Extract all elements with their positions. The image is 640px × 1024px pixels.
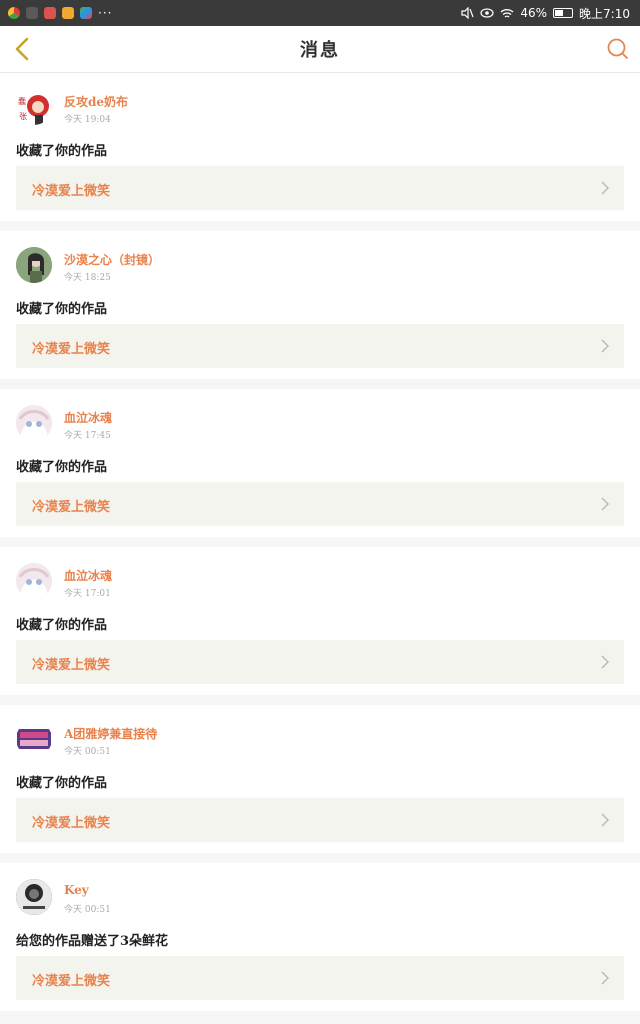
- chevron-right-icon: [601, 813, 610, 827]
- battery-icon: [553, 8, 574, 18]
- clock: 晚上7:10: [579, 6, 630, 21]
- work-title: 冷漠爱上微笑: [32, 816, 111, 831]
- user-name[interactable]: 血泣冰魂: [64, 567, 112, 584]
- person-app-icon: [26, 7, 38, 19]
- header-bar: 消息: [0, 26, 640, 73]
- message-text: 收藏了你的作品: [16, 776, 108, 791]
- home-app-icon: [44, 7, 56, 19]
- avatar[interactable]: [16, 563, 52, 599]
- colorful-app-icon: [80, 7, 92, 19]
- chevron-left-icon: [15, 37, 29, 61]
- message-text: 收藏了你的作品: [16, 302, 108, 317]
- eye-icon: [480, 8, 494, 18]
- browser-app-icon: [8, 7, 20, 19]
- game-app-icon: [62, 7, 74, 19]
- message-text: 收藏了你的作品: [16, 460, 108, 475]
- work-link[interactable]: 冷漠爱上微笑: [16, 956, 624, 1000]
- user-name[interactable]: Key: [64, 883, 89, 897]
- message-time: 今天 18:25: [64, 273, 111, 283]
- svg-text:蠢: 蠢: [18, 96, 26, 106]
- message-card: 血泣冰魂 今天 17:45 收藏了你的作品 冷漠爱上微笑: [0, 389, 640, 537]
- message-text: 给您的作品赠送了3朵鲜花: [16, 934, 169, 949]
- chevron-right-icon: [601, 655, 610, 669]
- status-bar-system: 46% 晚上7:10: [461, 5, 630, 22]
- chevron-right-icon: [601, 971, 610, 985]
- message-card: 蠢张 反攻de奶布 今天 19:04 收藏了你的作品 冷漠爱上微笑: [0, 73, 640, 221]
- status-bar: ··· 46% 晚上7:10: [0, 0, 640, 26]
- search-icon[interactable]: [606, 37, 630, 61]
- avatar[interactable]: [16, 721, 52, 757]
- avatar[interactable]: [16, 247, 52, 283]
- back-button[interactable]: [10, 36, 34, 62]
- mute-icon: [461, 7, 474, 19]
- message-time: 今天 00:51: [64, 747, 111, 757]
- user-name[interactable]: 沙漠之心（封镜）: [64, 251, 160, 268]
- chevron-right-icon: [601, 339, 610, 353]
- more-notifications-icon: ···: [98, 6, 113, 20]
- svg-text:张: 张: [19, 112, 27, 121]
- message-time: 今天 17:45: [64, 431, 111, 441]
- message-list: 蠢张 反攻de奶布 今天 19:04 收藏了你的作品 冷漠爱上微笑 沙漠之心（封…: [0, 73, 640, 1021]
- message-text: 收藏了你的作品: [16, 144, 108, 159]
- work-link[interactable]: 冷漠爱上微笑: [16, 166, 624, 210]
- work-title: 冷漠爱上微笑: [32, 184, 111, 199]
- work-link[interactable]: 冷漠爱上微笑: [16, 324, 624, 368]
- work-link[interactable]: 冷漠爱上微笑: [16, 640, 624, 684]
- work-title: 冷漠爱上微笑: [32, 658, 111, 673]
- page-title: 消息: [300, 40, 340, 61]
- chevron-right-icon: [601, 181, 610, 195]
- status-bar-notifications: ···: [8, 6, 112, 20]
- work-link[interactable]: 冷漠爱上微笑: [16, 798, 624, 842]
- user-name[interactable]: 反攻de奶布: [64, 93, 128, 110]
- message-time: 今天 00:51: [64, 905, 111, 915]
- work-title: 冷漠爱上微笑: [32, 342, 111, 357]
- message-time: 今天 19:04: [64, 115, 111, 125]
- message-card: A团雅婷兼直接待 今天 00:51 收藏了你的作品 冷漠爱上微笑: [0, 705, 640, 853]
- avatar[interactable]: 蠢张: [16, 89, 52, 125]
- chevron-right-icon: [601, 497, 610, 511]
- user-name[interactable]: 血泣冰魂: [64, 409, 112, 426]
- wifi-icon: [500, 8, 514, 18]
- work-title: 冷漠爱上微笑: [32, 974, 111, 989]
- avatar[interactable]: [16, 879, 52, 915]
- message-time: 今天 17:01: [64, 589, 111, 599]
- user-name[interactable]: A团雅婷兼直接待: [64, 725, 157, 742]
- message-card: 沙漠之心（封镜） 今天 18:25 收藏了你的作品 冷漠爱上微笑: [0, 231, 640, 379]
- message-text: 收藏了你的作品: [16, 618, 108, 633]
- work-title: 冷漠爱上微笑: [32, 500, 111, 515]
- avatar[interactable]: [16, 405, 52, 441]
- work-link[interactable]: 冷漠爱上微笑: [16, 482, 624, 526]
- battery-percent: 46%: [520, 6, 548, 20]
- message-card: 血泣冰魂 今天 17:01 收藏了你的作品 冷漠爱上微笑: [0, 547, 640, 695]
- message-card: Key 今天 00:51 给您的作品赠送了3朵鲜花 冷漠爱上微笑: [0, 863, 640, 1011]
